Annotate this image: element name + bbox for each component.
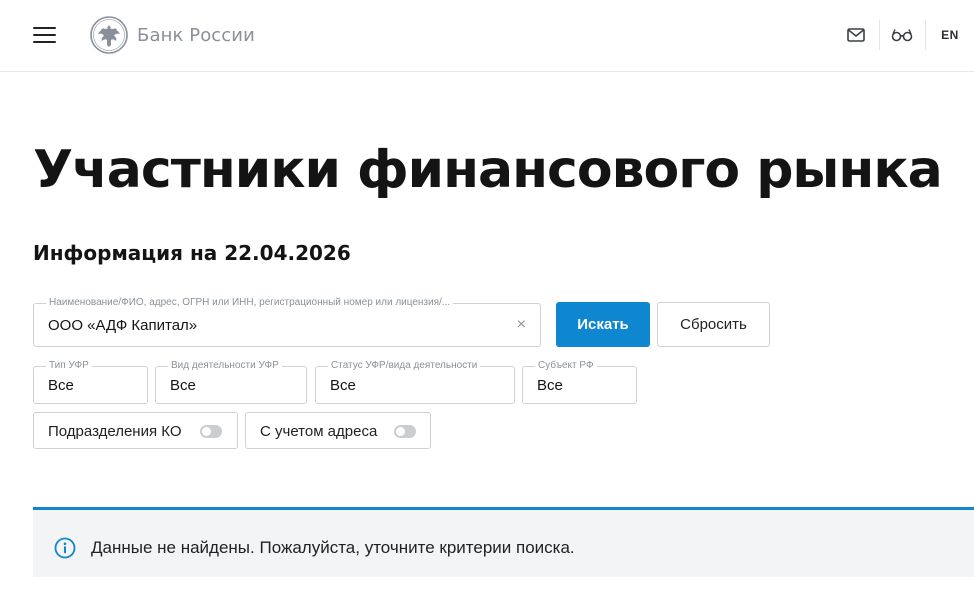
header-divider <box>925 20 926 50</box>
glasses-icon[interactable] <box>890 24 914 46</box>
toggle-switch[interactable] <box>394 425 416 438</box>
filter-status-select[interactable]: Статус УФР/вида деятельности Все <box>315 360 515 404</box>
filter-value: Все <box>537 377 563 394</box>
menu-line <box>33 41 56 43</box>
menu-line <box>33 27 56 29</box>
toggle-label: Подразделения КО <box>48 423 182 440</box>
logo-text: Банк России <box>137 24 255 46</box>
filter-label: Субъект РФ <box>535 360 597 372</box>
toggle-switch[interactable] <box>200 425 222 438</box>
bank-logo-link[interactable]: Банк России <box>90 16 255 54</box>
filter-label: Тип УФР <box>46 360 92 372</box>
filter-value: Все <box>330 377 356 394</box>
reset-button[interactable]: Сбросить <box>657 302 770 347</box>
toggle-ko-divisions[interactable]: Подразделения КО <box>33 412 238 449</box>
double-headed-eagle-emblem <box>90 16 128 54</box>
page-title: Участники финансового рынка <box>33 140 943 200</box>
search-button[interactable]: Искать <box>556 302 650 347</box>
filter-ufr-type-select[interactable]: Тип УФР Все <box>33 360 148 404</box>
search-input[interactable]: Наименование/ФИО, адрес, ОГРН или ИНН, р… <box>33 297 541 347</box>
no-results-notice: Данные не найдены. Пожалуйста, уточните … <box>33 507 974 577</box>
toggle-with-address[interactable]: С учетом адреса <box>245 412 431 449</box>
site-header: Банк России EN <box>0 0 974 72</box>
filter-value: Все <box>170 377 196 394</box>
search-input-label: Наименование/ФИО, адрес, ОГРН или ИНН, р… <box>46 297 454 309</box>
filter-region-select[interactable]: Субъект РФ Все <box>522 360 637 404</box>
mail-icon[interactable] <box>845 24 867 46</box>
notice-text: Данные не найдены. Пожалуйста, уточните … <box>91 538 575 557</box>
toggle-label: С учетом адреса <box>260 423 378 440</box>
header-divider <box>879 20 880 50</box>
menu-line <box>33 34 56 36</box>
filter-label: Вид деятельности УФР <box>168 360 282 372</box>
filter-activity-type-select[interactable]: Вид деятельности УФР Все <box>155 360 307 404</box>
info-date-heading: Информация на 22.04.2026 <box>33 241 351 265</box>
language-switch-en[interactable]: EN <box>936 24 964 46</box>
search-input-value: ООО «АДФ Капитал» <box>48 317 198 334</box>
info-circle-icon <box>54 537 76 559</box>
filter-label: Статус УФР/вида деятельности <box>328 360 481 372</box>
filter-value: Все <box>48 377 74 394</box>
clear-icon[interactable]: × <box>517 316 526 334</box>
hamburger-menu-icon[interactable] <box>33 26 56 44</box>
